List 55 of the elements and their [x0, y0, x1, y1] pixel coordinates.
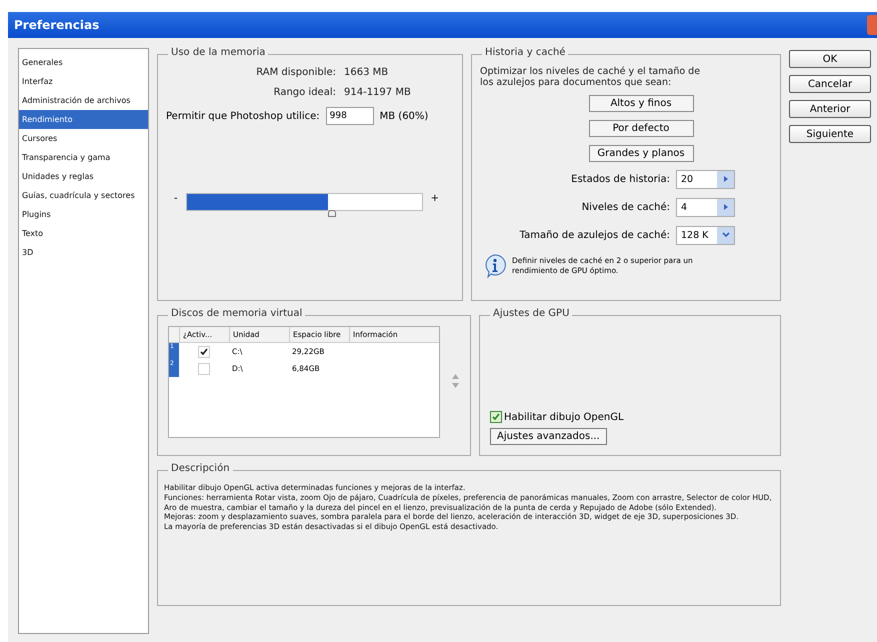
dialog-button[interactable]: Cancelar	[789, 75, 871, 93]
dialog-button[interactable]: OK	[789, 50, 871, 68]
info-icon	[484, 254, 506, 278]
group-title: Uso de la memoria	[168, 47, 268, 58]
category-item[interactable]: Plugins	[19, 205, 148, 224]
unit-label: MB (60%)	[380, 110, 428, 122]
memory-slider[interactable]	[186, 193, 423, 216]
preset-button[interactable]: Grandes y planos	[588, 144, 694, 162]
caret-right-icon	[724, 176, 728, 182]
intro-text: Optimizar los niveles de caché y el tamaño de los azulejos para documentos que sean:	[480, 67, 702, 89]
checkbox[interactable]	[198, 346, 210, 358]
category-item[interactable]: 3D	[19, 243, 148, 262]
category-item[interactable]: Cursores	[19, 129, 148, 148]
category-item[interactable]: Interfaz	[19, 72, 148, 91]
slider-thumb[interactable]	[328, 210, 336, 217]
field-label: Estados de historia:	[571, 174, 670, 185]
check-icon	[492, 413, 500, 421]
category-item[interactable]: Texto	[19, 224, 148, 243]
group-title: Historia y caché	[482, 47, 568, 58]
checkbox[interactable]	[198, 362, 210, 374]
dropdown-field[interactable]: 128 K	[676, 226, 735, 245]
info-label: RAM disponible:	[255, 67, 336, 78]
window-title: Preferencias	[13, 18, 100, 32]
dialog-button[interactable]: Siguiente	[789, 125, 871, 143]
memory-input[interactable]: 998	[326, 107, 374, 125]
arrow-up-icon[interactable]	[452, 374, 459, 379]
info-label: Rango ideal:	[272, 87, 336, 98]
category-item[interactable]: Rendimiento	[19, 110, 148, 129]
minus-label: -	[174, 193, 178, 204]
field-label: Niveles de caché:	[582, 202, 670, 213]
number-field[interactable]: 4	[676, 198, 735, 217]
group-title: Descripción	[168, 463, 233, 474]
group-title: Ajustes de GPU	[490, 308, 572, 319]
dialog-button[interactable]: Anterior	[789, 100, 871, 118]
preset-button[interactable]: Altos y finos	[588, 94, 694, 112]
field-label: Tamaño de azulejos de caché:	[520, 230, 670, 241]
category-item[interactable]: Transparencia y gama	[19, 148, 148, 167]
info-value: 914-1197 MB	[344, 87, 412, 98]
plus-label: +	[430, 193, 439, 204]
number-field[interactable]: 20	[676, 170, 735, 189]
checkbox-label: Habilitar dibujo OpenGL	[504, 412, 624, 422]
info-value: 1663 MB	[344, 67, 390, 78]
checkbox[interactable]	[490, 411, 502, 423]
advanced-settings-button[interactable]: Ajustes avanzados...	[490, 428, 607, 445]
group-title: Discos de memoria virtual	[168, 308, 306, 319]
preset-button[interactable]: Por defecto	[588, 120, 694, 137]
field-label: Permitir que Photoshop utilice:	[166, 110, 320, 122]
arrow-down-icon[interactable]	[452, 383, 459, 388]
category-item[interactable]: Administración de archivos	[19, 91, 148, 110]
category-item[interactable]: Generales	[19, 53, 148, 72]
caret-right-icon	[724, 204, 728, 210]
category-item[interactable]: Guías, cuadrícula y sectores	[19, 186, 148, 205]
check-icon	[200, 348, 208, 356]
category-item[interactable]: Unidades y reglas	[19, 167, 148, 186]
chevron-down-icon	[722, 232, 730, 238]
